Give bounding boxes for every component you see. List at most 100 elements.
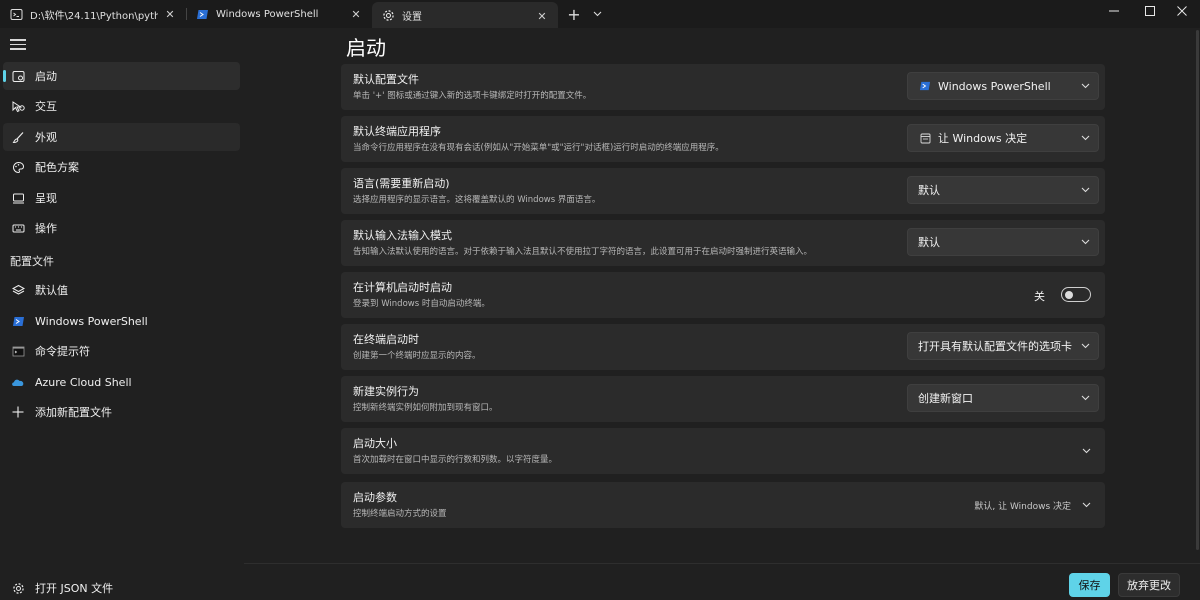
chevron-down-icon — [1080, 185, 1090, 195]
sidebar-item-label: Azure Cloud Shell — [35, 376, 132, 389]
dropdown-value: 让 Windows 决定 — [938, 130, 1027, 146]
chevron-down-icon — [1080, 81, 1090, 91]
default-terminal-dropdown[interactable]: 让 Windows 决定 — [907, 124, 1099, 152]
scrollbar[interactable] — [1196, 30, 1199, 550]
setting-title: 默认输入法输入模式 — [353, 227, 452, 243]
chevron-down-icon — [1080, 133, 1090, 143]
sidebar-item-label: 交互 — [35, 98, 57, 114]
setting-title: 默认配置文件 — [353, 71, 419, 87]
toggle-state-label: 关 — [1034, 288, 1045, 304]
setting-language: 语言(需要重新启动) 选择应用程序的显示语言。这将覆盖默认的 Windows 界… — [341, 168, 1105, 214]
dropdown-value: 默认 — [918, 234, 940, 250]
new-tab-button[interactable]: + — [564, 4, 584, 24]
save-button[interactable]: 保存 — [1069, 573, 1110, 597]
interaction-icon — [10, 98, 26, 114]
tab-dropdown-button[interactable] — [588, 4, 606, 24]
plus-icon — [10, 404, 26, 420]
monitor-icon — [10, 190, 26, 206]
toggle-knob — [1065, 291, 1073, 299]
chevron-down-icon[interactable] — [1081, 446, 1091, 456]
discard-changes-button[interactable]: 放弃更改 — [1118, 573, 1180, 597]
language-dropdown[interactable]: 默认 — [907, 176, 1099, 204]
app-window-icon — [918, 131, 932, 145]
sidebar-item-label: 操作 — [35, 220, 57, 236]
sidebar-item-defaults[interactable]: 默认值 — [3, 276, 240, 304]
startup-icon — [10, 68, 26, 84]
close-icon — [1177, 6, 1187, 16]
chevron-down-icon — [1080, 341, 1090, 351]
minimize-button[interactable] — [1096, 0, 1132, 22]
ime-mode-dropdown[interactable]: 默认 — [907, 228, 1099, 256]
expander-summary: 默认, 让 Windows 决定 — [974, 499, 1071, 512]
terminal-icon — [8, 6, 24, 22]
open-json-label: 打开 JSON 文件 — [35, 580, 113, 596]
setting-on-terminal-start: 在终端启动时 创建第一个终端时应显示的内容。 打开具有默认配置文件的选项卡 — [341, 324, 1105, 370]
sidebar-item-interaction[interactable]: 交互 — [3, 92, 240, 120]
setting-description: 首次加载时在窗口中显示的行数和列数。以字符度量。 — [353, 453, 557, 465]
azure-icon — [10, 374, 26, 390]
setting-launch-on-startup: 在计算机启动时启动 登录到 Windows 时自动启动终端。 关 — [341, 272, 1105, 318]
sidebar-item-windows-powershell[interactable]: Windows PowerShell — [3, 307, 240, 335]
launch-on-startup-toggle[interactable] — [1061, 287, 1091, 302]
setting-title: 启动大小 — [353, 435, 397, 451]
setting-description: 告知输入法默认使用的语言。对于依赖于输入法且默认不使用拉丁字符的语言，此设置可用… — [353, 245, 812, 257]
sidebar-item-appearance[interactable]: 外观 — [3, 123, 240, 151]
setting-ime-input-mode: 默认输入法输入模式 告知输入法默认使用的语言。对于依赖于输入法且默认不使用拉丁字… — [341, 220, 1105, 266]
setting-description: 选择应用程序的显示语言。这将覆盖默认的 Windows 界面语言。 — [353, 193, 600, 205]
setting-description: 控制终端启动方式的设置 — [353, 507, 447, 519]
setting-title: 默认终端应用程序 — [353, 123, 441, 139]
powershell-icon — [10, 313, 26, 329]
sidebar-item-add-new-profile[interactable]: 添加新配置文件 — [3, 398, 240, 426]
chevron-down-icon — [1080, 393, 1090, 403]
close-icon[interactable]: ✕ — [348, 6, 364, 22]
open-json-file-button[interactable]: 打开 JSON 文件 — [3, 576, 240, 600]
setting-new-instance-behavior: 新建实例行为 控制新终端实例如何附加到现有窗口。 创建新窗口 — [341, 376, 1105, 422]
dropdown-value: 打开具有默认配置文件的选项卡 — [918, 338, 1072, 354]
cmd-icon — [10, 343, 26, 359]
gear-icon — [10, 580, 26, 596]
tab-powershell[interactable]: Windows PowerShell ✕ — [186, 0, 372, 28]
keyboard-icon — [10, 220, 26, 236]
tab-title: Windows PowerShell — [216, 9, 318, 20]
chevron-down-icon[interactable] — [1081, 500, 1091, 510]
minimize-icon — [1109, 6, 1119, 16]
sidebar-item-label: 呈现 — [35, 190, 57, 206]
sidebar-item-label: 命令提示符 — [35, 343, 90, 359]
tab-python[interactable]: D:\软件\24.11\Python\python.e ✕ — [0, 0, 186, 28]
dropdown-value: Windows PowerShell — [938, 80, 1051, 93]
sidebar-item-startup[interactable]: 启动 — [3, 62, 240, 90]
sidebar-item-label: 添加新配置文件 — [35, 404, 112, 420]
profiles-section-label: 配置文件 — [10, 253, 54, 269]
tab-title: D:\软件\24.11\Python\python.e — [30, 7, 158, 22]
setting-launch-parameters[interactable]: 启动参数 控制终端启动方式的设置 默认, 让 Windows 决定 — [341, 482, 1105, 528]
layers-icon — [10, 282, 26, 298]
menu-toggle-button[interactable] — [8, 36, 28, 52]
sidebar-item-color-schemes[interactable]: 配色方案 — [3, 153, 240, 181]
sidebar-item-rendering[interactable]: 呈现 — [3, 184, 240, 212]
on-start-dropdown[interactable]: 打开具有默认配置文件的选项卡 — [907, 332, 1099, 360]
maximize-icon — [1145, 6, 1155, 16]
sidebar-item-label: 启动 — [35, 68, 57, 84]
dropdown-value: 创建新窗口 — [918, 390, 973, 406]
setting-description: 创建第一个终端时应显示的内容。 — [353, 349, 481, 361]
close-window-button[interactable] — [1164, 0, 1200, 22]
page-title: 启动 — [346, 32, 386, 61]
sidebar-item-actions[interactable]: 操作 — [3, 214, 240, 242]
sidebar-item-label: 配色方案 — [35, 159, 79, 175]
dropdown-value: 默认 — [918, 182, 940, 198]
setting-launch-size[interactable]: 启动大小 首次加载时在窗口中显示的行数和列数。以字符度量。 — [341, 428, 1105, 474]
new-instance-dropdown[interactable]: 创建新窗口 — [907, 384, 1099, 412]
tab-settings[interactable]: 设置 ✕ — [372, 2, 558, 28]
setting-description: 单击 '+' 图标或通过键入新的选项卡键绑定时打开的配置文件。 — [353, 89, 591, 101]
close-icon[interactable]: ✕ — [162, 6, 178, 22]
selection-indicator — [3, 70, 6, 82]
tab-title: 设置 — [402, 8, 422, 23]
setting-title: 在计算机启动时启动 — [353, 279, 452, 295]
sidebar-item-command-prompt[interactable]: 命令提示符 — [3, 337, 240, 365]
chevron-down-icon — [1080, 237, 1090, 247]
setting-title: 在终端启动时 — [353, 331, 419, 347]
maximize-button[interactable] — [1132, 0, 1168, 22]
close-icon[interactable]: ✕ — [534, 8, 550, 24]
sidebar-item-azure-cloud-shell[interactable]: Azure Cloud Shell — [3, 368, 240, 396]
default-profile-dropdown[interactable]: Windows PowerShell — [907, 72, 1099, 100]
